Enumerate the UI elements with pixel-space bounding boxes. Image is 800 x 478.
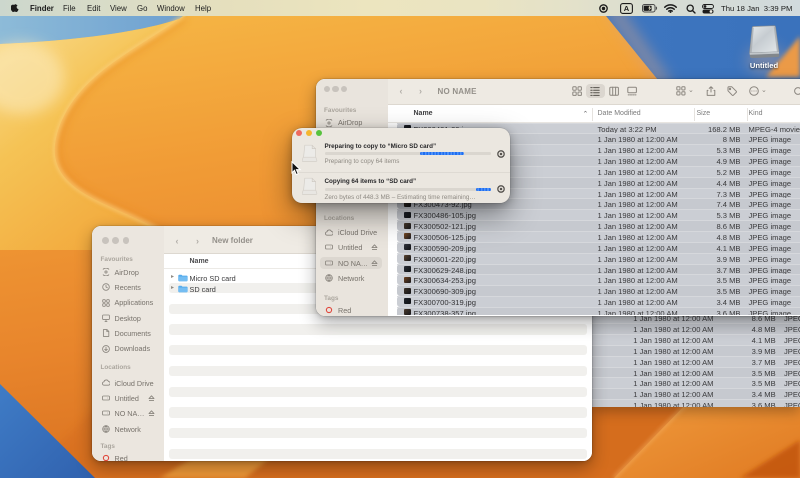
svg-text:A: A bbox=[624, 4, 630, 13]
